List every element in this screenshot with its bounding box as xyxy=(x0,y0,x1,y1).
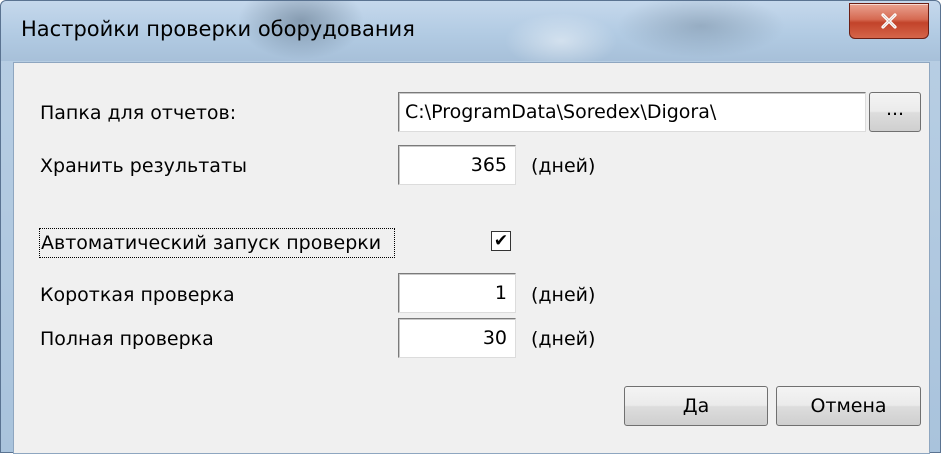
settings-dialog: Настройки проверки оборудования Папка дл… xyxy=(0,0,941,454)
full-check-label: Полная проверка xyxy=(40,328,214,350)
auto-start-checkbox[interactable]: ✔ xyxy=(491,231,511,251)
dialog-body: Папка для отчетов: C:\ProgramData\Sorede… xyxy=(13,62,930,454)
window-title: Настройки проверки оборудования xyxy=(21,17,415,41)
keep-results-label: Хранить результаты xyxy=(40,155,248,177)
reports-folder-label: Папка для отчетов: xyxy=(40,102,237,124)
keep-results-field[interactable]: 365 xyxy=(398,145,516,185)
ok-button[interactable]: Да xyxy=(624,386,768,426)
full-check-field[interactable]: 30 xyxy=(398,318,516,358)
auto-start-label[interactable]: Автоматический запуск проверки xyxy=(41,231,381,255)
short-check-field[interactable]: 1 xyxy=(398,273,516,313)
reports-folder-field[interactable]: C:\ProgramData\Soredex\Digora\ xyxy=(398,92,866,132)
browse-button[interactable]: ... xyxy=(869,92,921,132)
cancel-button[interactable]: Отмена xyxy=(776,386,921,426)
checkmark-icon: ✔ xyxy=(493,231,509,251)
close-icon xyxy=(880,13,898,29)
title-bar[interactable]: Настройки проверки оборудования xyxy=(1,1,940,61)
short-check-unit: (дней) xyxy=(531,284,596,306)
short-check-label: Короткая проверка xyxy=(40,284,235,306)
full-check-unit: (дней) xyxy=(531,328,596,350)
close-button[interactable] xyxy=(849,3,929,39)
keep-results-unit: (дней) xyxy=(531,155,596,177)
